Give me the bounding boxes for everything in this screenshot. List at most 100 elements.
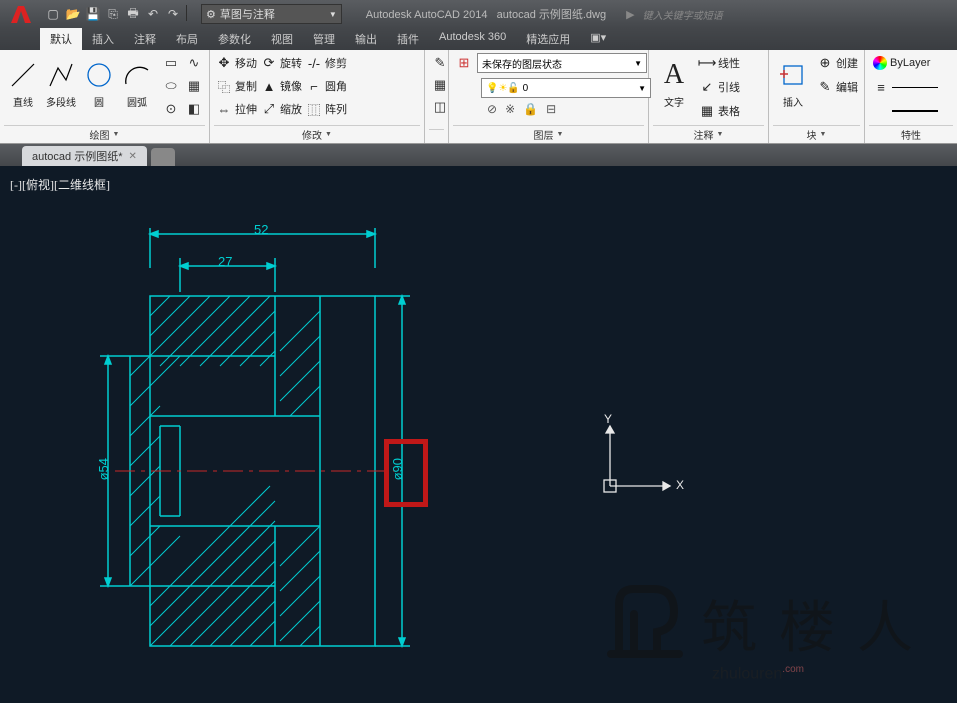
stretch-tool[interactable]: ⇔拉伸: [214, 98, 259, 120]
scale-tool[interactable]: ⤢缩放: [259, 98, 304, 120]
leader-icon: ↙: [699, 79, 715, 95]
lineweight-dropdown[interactable]: ≡: [871, 76, 940, 98]
rect-icon[interactable]: ▭: [160, 52, 182, 74]
panel-draw-title[interactable]: 绘图▼: [4, 125, 205, 143]
tab-manage[interactable]: 管理: [303, 28, 345, 50]
ellipse-icon[interactable]: ⬭: [160, 75, 182, 97]
lineweight-icon: ≡: [873, 79, 889, 95]
panel-block-title[interactable]: 块▼: [773, 125, 860, 143]
insert-block-tool[interactable]: 插入: [773, 52, 813, 109]
table-tool[interactable]: ▦表格: [697, 100, 742, 122]
drawing-canvas[interactable]: [-][俯视][二维线框]: [0, 166, 957, 703]
edit-icon: ✎: [817, 79, 833, 95]
edit-block-tool[interactable]: ✎编辑: [815, 76, 860, 98]
panel-props-title[interactable]: 特性: [869, 125, 953, 143]
array-tool[interactable]: ⿲阵列: [304, 98, 349, 120]
spline-icon[interactable]: ∿: [183, 52, 205, 74]
layer-off-icon[interactable]: ⊘: [487, 102, 497, 116]
dim-27: 27: [218, 254, 232, 269]
fillet-tool[interactable]: ⌐圆角: [304, 75, 349, 97]
app-logo[interactable]: [4, 0, 38, 28]
circle-tool[interactable]: 圆: [80, 52, 118, 109]
search-input[interactable]: 键入关键字或短语: [643, 7, 723, 22]
point-icon[interactable]: ⊙: [160, 98, 182, 120]
quick-access-toolbar: ▢ 📂 💾 ⎘ 🖶 ↶ ↷: [44, 5, 189, 23]
layer-match-icon[interactable]: ⊟: [546, 102, 556, 116]
dim-54: ø54: [96, 458, 111, 480]
leader-tool[interactable]: ↙引线: [697, 76, 742, 98]
mirror-tool[interactable]: ▲镜像: [259, 75, 304, 97]
workspace-label: 草图与注释: [220, 6, 275, 22]
trim-tool[interactable]: -/-修剪: [304, 52, 349, 74]
line-tool[interactable]: 直线: [4, 52, 42, 109]
ribbon: 直线 多段线 圆 圆弧 ▭ ∿ ⬭ ▦ ⊙ ◧ 绘图▼: [0, 50, 957, 144]
copy-tool[interactable]: ⿻复制: [214, 75, 259, 97]
tab-extra-icon[interactable]: ▣▾: [580, 28, 616, 50]
close-tab-icon[interactable]: ✕: [128, 151, 136, 162]
layer-freeze-icon[interactable]: ※: [505, 102, 515, 116]
move-tool[interactable]: ✥移动: [214, 52, 259, 74]
tab-annotate[interactable]: 注释: [124, 28, 166, 50]
color-icon: [873, 56, 887, 70]
panel-layer-title[interactable]: 图层▼: [453, 125, 644, 143]
polyline-tool[interactable]: 多段线: [42, 52, 80, 109]
tab-insert[interactable]: 插入: [82, 28, 124, 50]
layer-current-dropdown[interactable]: 💡☀🔓 0▼: [481, 78, 651, 98]
rotate-tool[interactable]: ⟳旋转: [259, 52, 304, 74]
trim-icon: -/-: [306, 55, 322, 71]
move-icon: ✥: [216, 55, 232, 71]
file-tab-bar: autocad 示例图纸* ✕: [0, 144, 957, 166]
gear-icon: ⚙: [206, 8, 216, 21]
fillet-icon: ⌐: [306, 78, 322, 94]
text-tool[interactable]: A 文字: [653, 52, 695, 109]
highlight-box: [384, 439, 428, 507]
linear-dim-tool[interactable]: ⟼线性: [697, 52, 742, 74]
measure-icon[interactable]: ✎: [429, 52, 451, 74]
watermark: 筑 楼 人 zhulouren.com: [599, 574, 917, 683]
layer-props-icon[interactable]: ⊞: [453, 52, 475, 74]
tab-view[interactable]: 视图: [261, 28, 303, 50]
separator: [186, 5, 187, 21]
print-icon[interactable]: 🖶: [124, 5, 142, 23]
tab-output[interactable]: 输出: [345, 28, 387, 50]
tab-plugin[interactable]: 插件: [387, 28, 429, 50]
tab-parametric[interactable]: 参数化: [208, 28, 261, 50]
color-dropdown[interactable]: ByLayer: [871, 52, 940, 74]
linetype-dropdown[interactable]: [871, 100, 940, 122]
app-title: Autodesk AutoCAD 2014 autocad 示例图纸.dwg: [366, 6, 606, 22]
play-icon[interactable]: ▶: [626, 8, 634, 21]
rotate-icon: ⟳: [261, 55, 277, 71]
hatch-icon[interactable]: ▦: [183, 75, 205, 97]
open-icon[interactable]: 📂: [64, 5, 82, 23]
table-icon: ▦: [699, 103, 715, 119]
undo-icon[interactable]: ↶: [144, 5, 162, 23]
arc-tool[interactable]: 圆弧: [118, 52, 156, 109]
new-tab-button[interactable]: [151, 148, 175, 166]
saveas-icon[interactable]: ⎘: [104, 5, 122, 23]
array-icon: ⿲: [306, 101, 322, 117]
title-bar: ▢ 📂 💾 ⎘ 🖶 ↶ ↷ ⚙ 草图与注释 ▼ Autodesk AutoCAD…: [0, 0, 957, 28]
redo-icon[interactable]: ↷: [164, 5, 182, 23]
dim-52: 52: [254, 222, 268, 237]
workspace-dropdown[interactable]: ⚙ 草图与注释 ▼: [201, 4, 342, 24]
file-tab[interactable]: autocad 示例图纸* ✕: [22, 146, 147, 166]
tab-layout[interactable]: 布局: [166, 28, 208, 50]
panel-anno-title[interactable]: 注释▼: [653, 125, 764, 143]
tab-default[interactable]: 默认: [40, 28, 82, 50]
tab-featured[interactable]: 精选应用: [516, 28, 580, 50]
tab-a360[interactable]: Autodesk 360: [429, 28, 516, 50]
create-block-tool[interactable]: ⊕创建: [815, 52, 860, 74]
group-icon[interactable]: ◫: [429, 96, 451, 118]
region-icon[interactable]: ◧: [183, 98, 205, 120]
new-icon[interactable]: ▢: [44, 5, 62, 23]
select-icon[interactable]: ▦: [429, 74, 451, 96]
copy-icon: ⿻: [216, 78, 232, 94]
chevron-down-icon: ▼: [329, 10, 337, 19]
save-icon[interactable]: 💾: [84, 5, 102, 23]
panel-modify-title[interactable]: 修改▼: [214, 125, 420, 143]
ucs-x: X: [676, 478, 684, 492]
layer-state-dropdown[interactable]: 未保存的图层状态▼: [477, 53, 647, 73]
ucs-y: Y: [604, 412, 612, 426]
scale-icon: ⤢: [261, 101, 277, 117]
layer-lock-icon[interactable]: 🔒: [523, 102, 538, 116]
